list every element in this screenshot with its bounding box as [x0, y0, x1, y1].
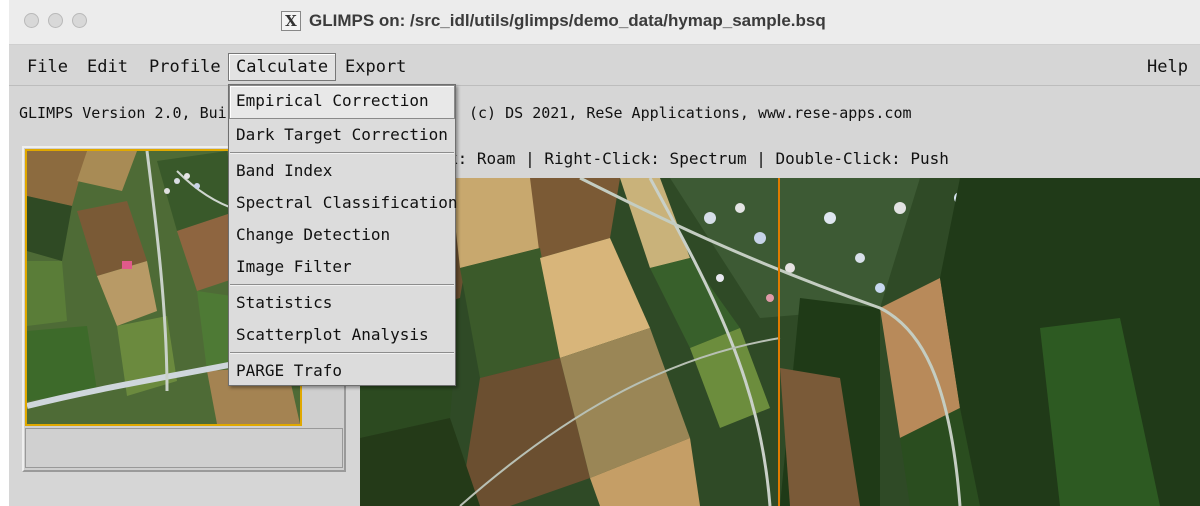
menu-calculate[interactable]: Calculate [228, 53, 337, 81]
menu-change-detection[interactable]: Change Detection [229, 219, 455, 251]
title-bar: X GLIMPS on: /src_idl/utils/glimps/demo_… [9, 0, 1200, 45]
overview-status-box [25, 428, 343, 468]
menu-scatterplot-analysis[interactable]: Scatterplot Analysis [229, 319, 455, 351]
close-window-button[interactable] [24, 13, 39, 28]
menu-dark-target-correction[interactable]: Dark Target Correction [229, 119, 455, 151]
menu-edit[interactable]: Edit [79, 53, 136, 81]
credits-label: (c) DS 2021, ReSe Applications, www.rese… [469, 104, 912, 122]
menu-spectral-classification[interactable]: Spectral Classification [229, 187, 458, 219]
menu-separator [230, 152, 454, 154]
calculate-dropdown-menu: Empirical Correction Dark Target Correct… [228, 84, 458, 387]
mouse-hint-label: k: Roam | Right-Click: Spectrum | Double… [448, 149, 949, 168]
menu-bar: File Edit Profile Calculate Export Help [9, 45, 1200, 86]
menu-band-index[interactable]: Band Index [229, 155, 455, 187]
menu-image-filter[interactable]: Image Filter [229, 251, 455, 283]
menu-separator [230, 352, 454, 354]
version-label: GLIMPS Version 2.0, Bui [19, 104, 227, 122]
minimize-window-button[interactable] [48, 13, 63, 28]
main-image-view[interactable] [360, 178, 1200, 506]
zoom-window-button[interactable] [72, 13, 87, 28]
x11-icon: X [281, 11, 301, 31]
window-title: X GLIMPS on: /src_idl/utils/glimps/demo_… [281, 11, 826, 31]
menu-profile[interactable]: Profile [141, 53, 229, 81]
menu-separator [230, 284, 454, 286]
menu-empirical-correction[interactable]: Empirical Correction [229, 85, 455, 119]
menu-export[interactable]: Export [337, 53, 414, 81]
menu-parge-trafo[interactable]: PARGE Trafo [229, 355, 455, 387]
menu-help[interactable]: Help [1139, 53, 1196, 81]
menu-file[interactable]: File [19, 53, 76, 81]
window-title-text: GLIMPS on: /src_idl/utils/glimps/demo_da… [309, 11, 826, 30]
menu-statistics[interactable]: Statistics [229, 287, 455, 319]
